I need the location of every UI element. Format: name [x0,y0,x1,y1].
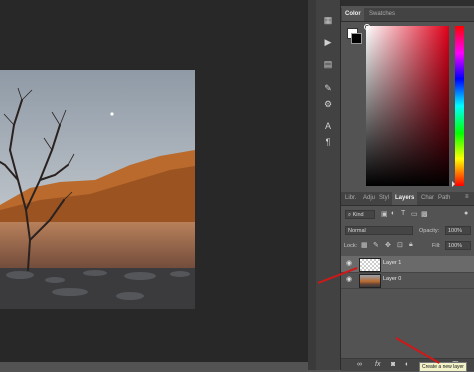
tab-libraries[interactable]: Libr. [342,192,359,205]
type-filter-icon[interactable]: T [401,210,405,217]
panel-icon-strip: ▦ ▶ ▤ ✎ ⚙ A ¶ [316,0,341,370]
color-picker-cursor[interactable] [364,24,370,30]
filter-toggle-icon[interactable]: ● [464,210,468,217]
layer-row-layer-1[interactable]: ◉ Layer 1 [341,256,474,273]
layer-thumbnail [359,258,381,272]
tab-styles[interactable]: Styl [376,192,392,205]
layer-row-layer-0[interactable]: ◉ Layer 0 [341,272,474,289]
kind-label: Kind [352,212,364,218]
lock-transparent-icon[interactable]: ▦ [361,241,368,249]
character-icon[interactable]: A [321,120,335,132]
lock-label: Lock: [344,243,358,249]
hue-slider[interactable] [452,26,464,187]
layer-name[interactable]: Layer 0 [383,276,401,282]
document-image[interactable] [0,70,195,309]
blend-row: Normal Opacity: 100% [341,225,474,237]
paragraph-icon[interactable]: ¶ [321,136,335,148]
adjustment-filter-icon[interactable]: ◐ [391,210,395,217]
tab-color[interactable]: Color [342,8,364,21]
adjustments-icon[interactable]: ⚙ [321,98,335,110]
panels-column: Color Swatches Libr. Adju Styl Layers Ch… [341,6,474,371]
visibility-eye-icon[interactable]: ◉ [346,276,353,283]
layer-style-icon[interactable]: fx [375,361,380,368]
lock-row: Lock: ▦ ✎ ✥ ⊡ 🔒︎ Fill: 100% [341,240,474,252]
layer-name[interactable]: Layer 1 [383,260,401,266]
filter-row: ⌕ Kind ▣ ◐ T ▭ ▩ ● [341,209,474,221]
hue-slider-handle[interactable] [452,181,455,187]
tab-paths[interactable]: Path [435,192,453,205]
properties-icon[interactable]: ▤ [321,58,335,70]
lock-all-icon[interactable]: 🔒︎ [409,241,413,249]
shape-filter-icon[interactable]: ▭ [411,210,418,218]
layer-thumbnail [359,274,381,288]
lock-pixels-icon[interactable]: ✎ [373,241,379,249]
pixel-filter-icon[interactable]: ▣ [381,210,388,218]
tooltip: Create a new layer [419,362,467,372]
fill-label: Fill: [432,243,441,249]
opacity-field[interactable]: 100% [445,226,471,235]
lock-artboard-icon[interactable]: ⊡ [397,241,403,249]
color-panel-tabs: Color Swatches [341,8,474,22]
blend-mode-select[interactable]: Normal [345,226,413,235]
brush-icon[interactable]: ✎ [321,82,335,94]
color-picker-field[interactable] [364,24,449,186]
opacity-label: Opacity: [419,228,440,234]
history-icon[interactable]: ▦ [321,14,335,26]
landscape-photo [0,70,195,309]
panel-menu-icon[interactable]: ≡ [465,194,469,200]
actions-icon[interactable]: ▶ [321,36,335,48]
fill-field[interactable]: 100% [445,241,471,250]
add-mask-icon[interactable]: ◙ [391,361,395,368]
background-swatch[interactable] [351,33,362,44]
layers-panel-tabs: Libr. Adju Styl Layers Char Path ≡ [341,192,474,206]
kind-filter-select[interactable]: ⌕ Kind [345,210,375,219]
visibility-eye-icon[interactable]: ◉ [346,260,353,267]
adjustment-layer-icon[interactable]: ◐ [405,361,409,368]
smart-object-filter-icon[interactable]: ▩ [421,210,428,218]
link-layers-icon[interactable]: ∞ [357,361,362,368]
tab-swatches[interactable]: Swatches [366,8,398,21]
panel-divider[interactable] [308,0,316,370]
tab-layers[interactable]: Layers [392,192,418,205]
lock-position-icon[interactable]: ✥ [385,241,391,249]
